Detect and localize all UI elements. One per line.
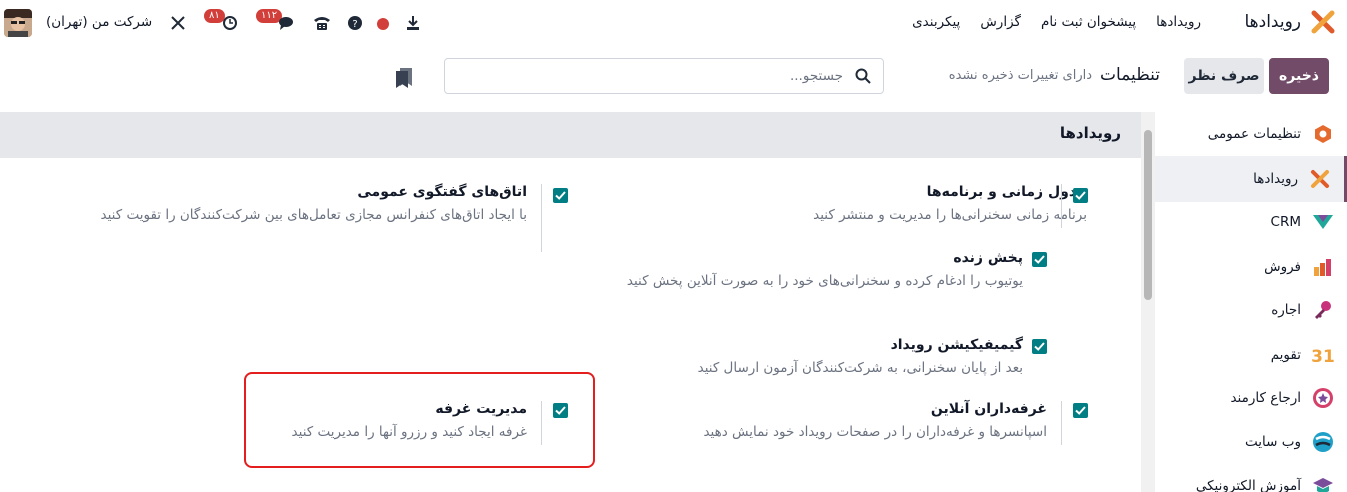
scrollbar-thumb[interactable] — [1144, 130, 1152, 300]
sidebar-item-label: اجاره — [1271, 302, 1301, 318]
settings-icon — [1311, 122, 1335, 146]
setting-description: بعد از پایان سخنرانی، به شرکت‌کنندگان آز… — [697, 360, 1023, 376]
menu-item-events[interactable]: رویدادها — [1156, 14, 1201, 30]
sidebar-item-label: تنظیمات عمومی — [1207, 126, 1301, 142]
svg-text:31: 31 — [1311, 347, 1335, 365]
clock-icon[interactable] — [222, 15, 238, 31]
setting-online-exhibitors: غرفه‌داران آنلاین اسپانسرها و غرفه‌داران… — [547, 401, 1047, 443]
top-navbar: رویدادها رویدادها پیشخوان ثبت نام گزارش … — [0, 0, 1347, 46]
setting-description: اسپانسرها و غرفه‌داران را در صفحات رویدا… — [703, 424, 1047, 440]
event-gamification-checkbox[interactable] — [1032, 339, 1047, 354]
user-avatar[interactable] — [4, 9, 32, 37]
search-input[interactable]: جستجو... — [444, 58, 884, 94]
setting-title: گیمیفیکیشن رویداد — [890, 337, 1023, 353]
sidebar-item-label: CRM — [1270, 214, 1301, 230]
sidebar-item-general-settings[interactable]: تنظیمات عمومی — [1155, 112, 1347, 156]
website-icon — [1311, 430, 1335, 454]
main-menu: رویدادها پیشخوان ثبت نام گزارش پیکربندی — [912, 14, 1201, 30]
setting-live-broadcast: پخش زنده یوتیوب را ادغام کرده و سخنرانی‌… — [603, 250, 1023, 292]
setting-description: با ایجاد اتاق‌های کنفرانس مجازی تعامل‌ها… — [100, 207, 527, 223]
setting-title: غرفه‌داران آنلاین — [930, 401, 1047, 417]
menu-item-registration-desk[interactable]: پیشخوان ثبت نام — [1041, 14, 1136, 30]
recording-dot-icon[interactable] — [377, 18, 389, 30]
sidebar-item-crm[interactable]: CRM — [1155, 200, 1347, 244]
phone-icon[interactable] — [313, 14, 331, 32]
schedule-tracks-checkbox[interactable] — [1073, 188, 1088, 203]
setting-schedule-tracks: جدول زمانی و برنامه‌ها برنامه زمانی سخنر… — [587, 184, 1087, 226]
sidebar-item-calendar[interactable]: 31 تقویم — [1155, 333, 1347, 377]
events-app-logo-icon[interactable] — [1311, 10, 1335, 34]
chat-icon[interactable] — [278, 15, 296, 31]
setting-title: اتاق‌های گفتگوی عمومی — [357, 184, 527, 200]
tools-icon[interactable] — [170, 15, 186, 31]
help-icon[interactable]: ? — [348, 16, 362, 30]
live-broadcast-checkbox[interactable] — [1032, 252, 1047, 267]
search-icon[interactable] — [855, 68, 871, 84]
sales-icon — [1311, 255, 1335, 279]
setting-community-chat-rooms: اتاق‌های گفتگوی عمومی با ایجاد اتاق‌های … — [77, 184, 527, 226]
search-placeholder: جستجو... — [789, 68, 843, 84]
menu-item-reporting[interactable]: گزارش — [980, 14, 1021, 30]
sidebar-item-label: فروش — [1264, 259, 1301, 275]
download-icon[interactable] — [405, 15, 421, 31]
referral-icon — [1311, 386, 1335, 410]
setting-event-gamification: گیمیفیکیشن رویداد بعد از پایان سخنرانی، … — [523, 337, 1023, 379]
sidebar-item-sales[interactable]: فروش — [1155, 245, 1347, 289]
page-title: تنظیمات — [1100, 65, 1160, 85]
setting-description: یوتیوب را ادغام کرده و سخنرانی‌های خود ر… — [626, 273, 1023, 289]
divider — [1061, 184, 1062, 228]
crm-icon — [1311, 210, 1335, 234]
unsaved-changes-label: دارای تغییرات ذخیره نشده — [948, 68, 1092, 83]
sidebar-item-website[interactable]: وب سایت — [1155, 420, 1347, 464]
sidebar-item-label: آموزش الکترونیکی — [1195, 478, 1301, 492]
settings-sidebar: تنظیمات عمومی رویدادها CRM فروش اجاره 31… — [1155, 112, 1347, 492]
setting-description: برنامه زمانی سخنرانی‌ها را مدیریت و منتش… — [813, 207, 1087, 223]
sidebar-item-label: رویدادها — [1253, 171, 1298, 187]
discard-button[interactable]: صرف نظر — [1184, 58, 1264, 94]
save-button[interactable]: ذخیره — [1269, 58, 1329, 94]
divider — [541, 184, 542, 252]
section-title: رویدادها — [1059, 124, 1121, 142]
highlight-annotation — [244, 372, 595, 468]
svg-text:?: ? — [352, 19, 357, 30]
sidebar-item-label: وب سایت — [1245, 434, 1301, 450]
calendar-icon: 31 — [1311, 343, 1335, 367]
online-exhibitors-checkbox[interactable] — [1073, 403, 1088, 418]
company-switcher[interactable]: شرکت من (تهران) — [46, 14, 152, 30]
sidebar-item-elearning[interactable]: آموزش الکترونیکی — [1155, 464, 1347, 492]
app-name[interactable]: رویدادها — [1244, 12, 1301, 32]
sidebar-item-events[interactable]: رویدادها — [1155, 156, 1347, 202]
settings-scrollbar[interactable] — [1141, 112, 1155, 492]
setting-title: پخش زنده — [953, 250, 1023, 266]
sidebar-item-employee-referral[interactable]: ارجاع کارمند — [1155, 376, 1347, 420]
community-chat-rooms-checkbox[interactable] — [553, 188, 568, 203]
sidebar-item-label: ارجاع کارمند — [1230, 390, 1301, 406]
events-icon — [1308, 167, 1332, 191]
elearning-icon — [1311, 474, 1335, 492]
rental-icon — [1311, 298, 1335, 322]
bookmark-icon[interactable] — [396, 68, 412, 88]
sidebar-item-label: تقویم — [1270, 347, 1301, 363]
section-header-events: رویدادها — [0, 112, 1141, 158]
setting-title: جدول زمانی و برنامه‌ها — [926, 184, 1087, 200]
divider — [1061, 401, 1062, 445]
menu-item-configuration[interactable]: پیکربندی — [912, 14, 960, 30]
sidebar-item-rental[interactable]: اجاره — [1155, 288, 1347, 332]
